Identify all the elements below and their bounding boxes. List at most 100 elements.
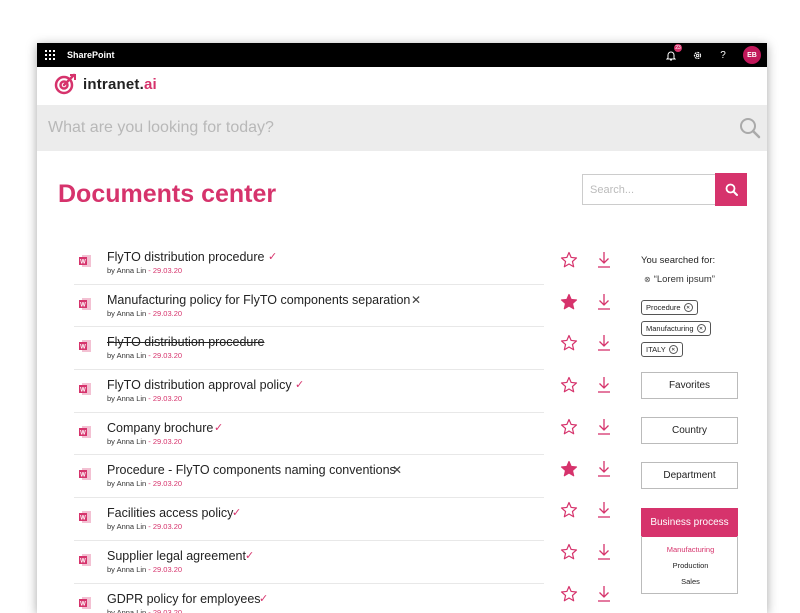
approved-check-icon: ✓ [232,506,241,519]
svg-text:W: W [80,516,86,522]
option-production[interactable]: Production [642,561,739,570]
document-meta: by Anna Lin - 29.03.20 [107,479,182,488]
document-author: by Anna Lin [107,479,146,488]
download-icon[interactable] [597,501,611,519]
document-row[interactable]: W Facilities access policy✓ by Anna Lin - … [74,498,544,541]
documents-search [582,174,753,207]
svg-text:W: W [80,388,86,394]
document-row[interactable]: WCompany brochure✓by Anna Lin - 29.03.20 [74,413,544,456]
document-meta: by Anna Lin - 29.03.20 [107,309,182,318]
star-outline-icon[interactable] [560,501,578,519]
option-manufacturing[interactable]: Manufacturing [642,545,739,554]
search-icon[interactable] [739,117,761,139]
settings-gear-icon[interactable] [691,49,703,61]
document-author: by Anna Lin [107,608,146,613]
document-list: W FlyTO distribution procedure ✓ by Anna Li… [74,242,544,613]
approved-check-icon: ✓ [214,421,223,434]
global-search-bar [37,105,767,151]
word-document-icon: W [78,596,92,610]
help-icon[interactable]: ? [717,49,729,61]
document-row[interactable]: W Manufacturing policy for FlyTO componen… [74,285,544,328]
documents-search-input[interactable] [582,174,715,205]
document-row[interactable]: WFlyTO distribution procedure✓by Anna Li… [74,242,544,285]
app-name[interactable]: SharePoint [67,50,115,60]
document-title[interactable]: Facilities access policy [107,506,233,520]
filter-country-button[interactable]: Country [641,417,738,444]
filter-tag-manufacturing[interactable]: Manufacturing✕ [641,321,711,336]
document-author: by Anna Lin [107,565,146,574]
star-filled-icon[interactable] [560,460,578,478]
search-query-chip[interactable]: ⊗“Lorem ipsum” [644,274,715,285]
user-avatar[interactable]: EB [743,46,761,64]
document-meta: by Anna Lin - 29.03.20 [107,565,182,574]
notification-count: 23 [674,44,682,52]
star-outline-icon[interactable] [560,334,578,352]
document-title[interactable]: Manufacturing policy for FlyTO component… [107,293,410,307]
approved-check-icon: ✓ [295,378,304,391]
filter-tag-italy[interactable]: ITALY✕ [641,342,683,357]
document-date: - 29.03.20 [148,309,182,318]
document-title[interactable]: FlyTO distribution procedure [107,250,264,264]
document-row[interactable]: WProcedure - FlyTO components naming con… [74,455,544,498]
intranet-logo-icon [53,73,77,95]
document-meta: by Anna Lin - 29.03.20 [107,351,182,360]
document-row[interactable]: WFlyTO distribution approval policy✓by A… [74,370,544,413]
filter-business-process-button[interactable]: Business process [641,508,738,537]
rejected-x-icon: ✕ [411,293,421,307]
document-title[interactable]: Company brochure [107,421,213,435]
global-search-input[interactable] [46,118,690,138]
document-date: - 29.03.20 [148,522,182,531]
star-outline-icon[interactable] [560,418,578,436]
document-date: - 29.03.20 [148,608,182,613]
word-document-icon: W [78,339,92,353]
filter-tag-procedure[interactable]: Procedure✕ [641,300,698,315]
document-title[interactable]: GDPR policy for employees [107,592,261,606]
document-date: - 29.03.20 [148,266,182,275]
star-outline-icon[interactable] [560,376,578,394]
sharepoint-window: SharePoint 23 ? EB intranet.ai Do [37,43,767,613]
document-title[interactable]: FlyTO distribution procedure [107,335,264,349]
documents-search-button[interactable] [715,173,747,206]
document-author: by Anna Lin [107,351,146,360]
star-outline-icon[interactable] [560,251,578,269]
remove-tag-icon[interactable]: ✕ [669,345,678,354]
filter-favorites-button[interactable]: Favorites [641,372,738,399]
star-filled-icon[interactable] [560,293,578,311]
document-author: by Anna Lin [107,522,146,531]
download-icon[interactable] [597,293,611,311]
download-icon[interactable] [597,251,611,269]
document-row[interactable]: WSupplier legal agreement✓by Anna Lin - … [74,541,544,584]
download-icon[interactable] [597,334,611,352]
download-icon[interactable] [597,460,611,478]
filter-department-button[interactable]: Department [641,462,738,489]
remove-query-icon[interactable]: ⊗ [644,275,651,284]
app-launcher-icon[interactable] [45,50,55,60]
download-icon[interactable] [597,543,611,561]
approved-check-icon: ✓ [245,549,254,562]
word-document-icon: W [78,297,92,311]
document-meta: by Anna Lin - 29.03.20 [107,608,182,613]
option-sales[interactable]: Sales [642,577,739,586]
filter-tag-label: Manufacturing [646,324,694,333]
svg-text:W: W [80,430,86,436]
document-title[interactable]: FlyTO distribution approval policy [107,378,292,392]
remove-tag-icon[interactable]: ✕ [684,303,693,312]
notifications-icon[interactable]: 23 [665,49,677,61]
search-query-text: “Lorem ipsum” [654,274,715,285]
search-icon [725,183,738,196]
approved-check-icon: ✓ [259,592,268,605]
document-author: by Anna Lin [107,437,146,446]
star-outline-icon[interactable] [560,543,578,561]
brand-logo[interactable]: intranet.ai [53,73,157,95]
download-icon[interactable] [597,376,611,394]
document-date: - 29.03.20 [148,394,182,403]
document-title[interactable]: Procedure - FlyTO components naming conv… [107,463,396,477]
document-date: - 29.03.20 [148,479,182,488]
document-title[interactable]: Supplier legal agreement [107,549,246,563]
document-row[interactable]: W GDPR policy for employees✓ by Anna Lin -… [74,584,544,613]
brand-name-ai: ai [144,76,157,93]
remove-tag-icon[interactable]: ✕ [697,324,706,333]
suite-bar-icons: 23 ? EB [665,43,761,67]
document-row[interactable]: W FlyTO distribution procedure by Anna Lin… [74,327,544,370]
download-icon[interactable] [597,418,611,436]
